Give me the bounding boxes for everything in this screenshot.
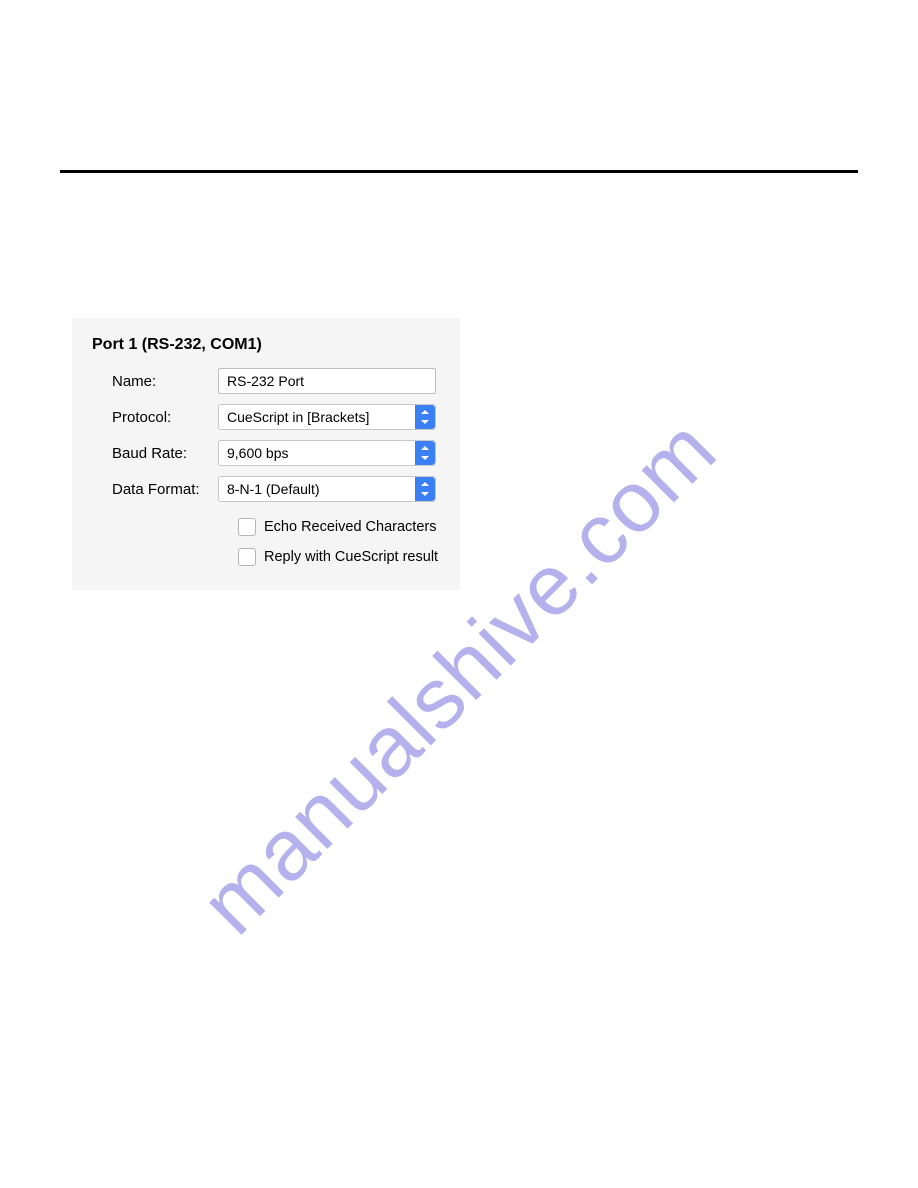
echo-checkbox[interactable] bbox=[238, 518, 256, 536]
reply-label: Reply with CueScript result bbox=[264, 549, 438, 565]
label-baud: Baud Rate: bbox=[92, 445, 218, 462]
format-value: 8-N-1 (Default) bbox=[227, 478, 320, 500]
chevron-updown-icon bbox=[415, 477, 435, 501]
row-baud: Baud Rate: 9,600 bps bbox=[92, 440, 440, 466]
row-name: Name: RS-232 Port bbox=[92, 368, 440, 394]
label-protocol: Protocol: bbox=[92, 409, 218, 426]
label-name: Name: bbox=[92, 373, 218, 390]
port-config-panel: Port 1 (RS-232, COM1) Name: RS-232 Port … bbox=[72, 318, 460, 590]
chevron-updown-icon bbox=[415, 441, 435, 465]
protocol-value: CueScript in [Brackets] bbox=[227, 406, 369, 428]
chevron-updown-icon bbox=[415, 405, 435, 429]
horizontal-rule bbox=[60, 170, 858, 173]
row-reply: Reply with CueScript result bbox=[238, 548, 440, 566]
baud-value: 9,600 bps bbox=[227, 442, 289, 464]
row-format: Data Format: 8-N-1 (Default) bbox=[92, 476, 440, 502]
echo-label: Echo Received Characters bbox=[264, 519, 436, 535]
reply-checkbox[interactable] bbox=[238, 548, 256, 566]
name-input[interactable]: RS-232 Port bbox=[218, 368, 436, 394]
panel-title: Port 1 (RS-232, COM1) bbox=[92, 336, 440, 354]
protocol-select[interactable]: CueScript in [Brackets] bbox=[218, 404, 436, 430]
label-format: Data Format: bbox=[92, 481, 218, 498]
baud-select[interactable]: 9,600 bps bbox=[218, 440, 436, 466]
format-select[interactable]: 8-N-1 (Default) bbox=[218, 476, 436, 502]
row-protocol: Protocol: CueScript in [Brackets] bbox=[92, 404, 440, 430]
row-echo: Echo Received Characters bbox=[238, 518, 440, 536]
